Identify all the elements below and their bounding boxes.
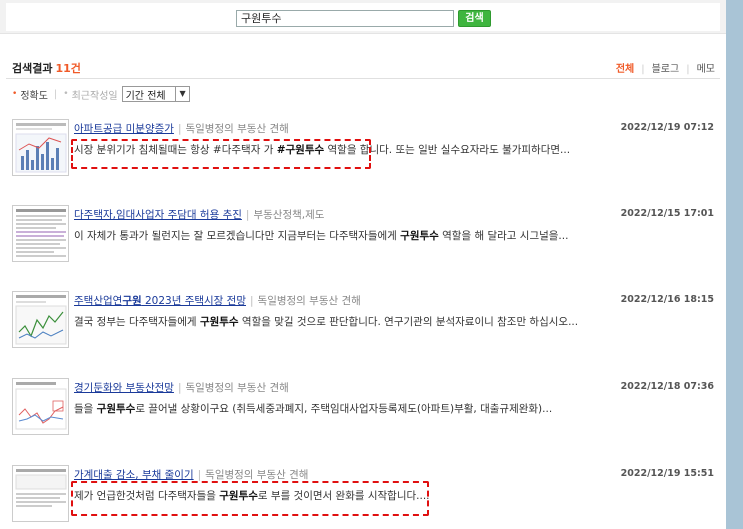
result-title-link[interactable]: 아파트공급 미분양증가	[74, 123, 174, 135]
search-bar-area: 구원투수 검색	[0, 0, 726, 34]
result-date: 2022/12/19 15:51	[620, 468, 714, 479]
bullet-icon: •	[12, 89, 18, 99]
page-side-background	[726, 0, 743, 529]
tab-all[interactable]: 전체	[616, 64, 634, 75]
result-thumbnail[interactable]	[12, 378, 69, 435]
result-date: 2022/12/16 18:15	[620, 294, 714, 305]
search-input[interactable]: 구원투수	[236, 10, 454, 27]
result-thumbnail[interactable]	[12, 119, 69, 176]
result-thumbnail[interactable]	[12, 291, 69, 348]
result-item: 다주택자,임대사업자 주담대 허용 추진 | 부동산정책,제도 2022/12/15…	[12, 205, 716, 263]
period-select[interactable]: 기간 전체 ▼	[121, 86, 190, 102]
result-date: 2022/12/19 07:12	[620, 122, 714, 133]
result-snippet[interactable]: 들을 구원투수로 끌어낼 상황이구요 (취득세중과폐지, 주택임대사업자등록제도…	[74, 401, 552, 416]
result-title-link[interactable]: 경기둔화와 부동산전망	[74, 382, 174, 394]
header-divider	[6, 78, 720, 79]
sort-recent[interactable]: 최근작성일	[72, 87, 118, 102]
tab-blog[interactable]: 블로그	[652, 64, 680, 75]
result-snippet[interactable]: 결국 정부는 다주택자들에게 구원투수 역할을 맞길 것으로 판단합니다. 연구…	[74, 314, 578, 329]
result-thumbnail[interactable]	[12, 465, 69, 522]
result-date: 2022/12/15 17:01	[620, 208, 714, 219]
filter-tabs: 전체 | 블로그 | 메모	[615, 64, 715, 75]
highlight-annotation-box	[71, 481, 429, 516]
result-item: 경기둔화와 부동산전망 | 독일병정의 부동산 견해 2022/12/18 07:3…	[12, 378, 716, 436]
search-results-page: 구원투수 검색 검색결과 11건 전체 | 블로그 | 메모 • 정확도 | • 최근작성…	[0, 0, 726, 529]
result-thumbnail[interactable]	[12, 205, 69, 262]
result-title-link[interactable]: 다주택자,임대사업자 주담대 허용 추진	[74, 209, 242, 221]
result-category[interactable]: 독일병정의 부동산 견해	[205, 469, 308, 481]
chevron-down-icon: ▼	[175, 87, 186, 101]
result-title-row: 주택산업연구원 2023년 주택시장 전망 | 독일병정의 부동산 견해	[74, 295, 361, 307]
result-category[interactable]: 부동산정책,제도	[253, 209, 324, 221]
search-button[interactable]: 검색	[458, 10, 491, 27]
result-title-row: 경기둔화와 부동산전망 | 독일병정의 부동산 견해	[74, 382, 289, 394]
results-header: 검색결과 11건	[12, 60, 81, 76]
result-category[interactable]: 독일병정의 부동산 견해	[185, 382, 288, 394]
result-title-row: 가계대출 감소, 부채 줄이기 | 독일병정의 부동산 견해	[74, 469, 309, 481]
bullet-icon: •	[63, 89, 69, 99]
result-title-row: 다주택자,임대사업자 주담대 허용 추진 | 부동산정책,제도	[74, 209, 325, 221]
result-category[interactable]: 독일병정의 부동산 견해	[258, 295, 361, 307]
result-date: 2022/12/18 07:36	[620, 381, 714, 392]
tab-memo[interactable]: 메모	[697, 64, 715, 75]
period-select-value: 기간 전체	[125, 90, 166, 102]
result-category[interactable]: 독일병정의 부동산 견해	[185, 123, 288, 135]
result-title-link[interactable]: 가계대출 감소, 부채 줄이기	[74, 469, 194, 481]
results-count: 11건	[55, 62, 81, 75]
result-item: 주택산업연구원 2023년 주택시장 전망 | 독일병정의 부동산 견해 2022/…	[12, 291, 716, 349]
sort-accuracy[interactable]: 정확도	[20, 87, 48, 102]
result-title-row: 아파트공급 미분양증가 | 독일병정의 부동산 견해	[74, 123, 289, 135]
result-title-link[interactable]: 주택산업연구원 2023년 주택시장 전망	[74, 295, 246, 307]
sort-options: • 정확도 | • 최근작성일 기간 전체 ▼	[12, 86, 190, 102]
results-label: 검색결과	[12, 62, 53, 75]
result-snippet[interactable]: 이 자체가 통과가 될런지는 잘 모르겠습니다만 지금부터는 다주택자들에게 구…	[74, 228, 568, 243]
highlight-annotation-box	[71, 139, 371, 169]
